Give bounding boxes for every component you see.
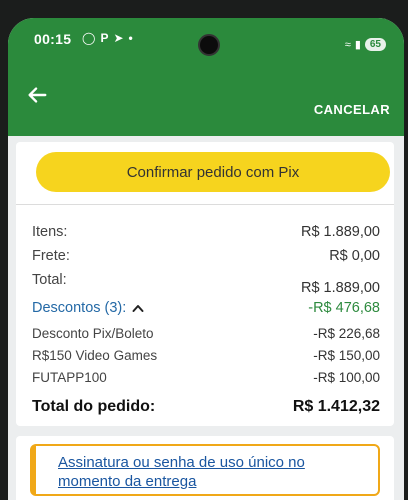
discounts-toggle[interactable]: Descontos (3): [32, 300, 144, 316]
back-arrow-icon[interactable] [26, 84, 48, 106]
order-summary-card: Confirmar pedido com Pix Itens: R$ 1.889… [16, 142, 394, 426]
discount-line-item: FUTAPP100 -R$ 100,00 [32, 370, 380, 385]
notification-icons: ◯ P ➤ • [82, 31, 133, 45]
order-total-label: Total do pedido: [32, 398, 156, 415]
signature-alert-box: Assinatura ou senha de uso único no mome… [30, 444, 380, 496]
discounts-value: -R$ 476,68 [308, 300, 380, 316]
items-label: Itens: [32, 224, 68, 240]
total-row: Total: R$ 1.889,00 [32, 272, 380, 296]
signature-link[interactable]: Assinatura ou senha de uso único no mome… [58, 453, 368, 491]
order-total-row: Total do pedido: R$ 1.412,32 [32, 398, 380, 416]
shipping-value: R$ 0,00 [329, 248, 380, 264]
discount-value: -R$ 150,00 [313, 348, 380, 363]
status-bar: 00:15 ◯ P ➤ • ≈ ▮ 65 [8, 18, 404, 64]
whatsapp-icon: ◯ [82, 31, 96, 45]
confirm-order-button[interactable]: Confirmar pedido com Pix [36, 152, 390, 192]
app-bar: CANCELAR [8, 64, 404, 136]
discount-label: FUTAPP100 [32, 370, 107, 385]
cancel-button[interactable]: CANCELAR [314, 102, 390, 117]
discounts-label: Descontos (3): [32, 300, 127, 316]
discount-value: -R$ 226,68 [313, 326, 380, 341]
discount-line-item: Desconto Pix/Boleto -R$ 226,68 [32, 326, 380, 341]
discount-label: Desconto Pix/Boleto [32, 326, 154, 341]
total-value: R$ 1.889,00 [300, 280, 380, 296]
items-value: R$ 1.889,00 [300, 224, 380, 240]
total-label: Total: [32, 272, 67, 288]
front-camera [198, 34, 220, 56]
discount-value: -R$ 100,00 [313, 370, 380, 385]
wifi-icon: ≈ [344, 38, 351, 51]
discount-label: R$150 Video Games [32, 348, 158, 363]
discount-line-item: R$150 Video Games -R$ 150,00 [32, 348, 380, 363]
p-app-icon: P [100, 31, 109, 45]
checkout-content: Confirmar pedido com Pix Itens: R$ 1.889… [8, 136, 404, 500]
signal-icon: ▮ [354, 39, 361, 51]
dot-icon: • [128, 31, 133, 45]
status-right-icons: ≈ ▮ 65 [345, 38, 386, 51]
status-time: 00:15 [34, 31, 72, 47]
chevron-up-icon [132, 305, 144, 312]
telegram-icon: ➤ [113, 31, 124, 45]
shipping-label: Frete: [32, 248, 70, 264]
items-row: Itens: R$ 1.889,00 [32, 224, 380, 240]
discounts-row[interactable]: Descontos (3): -R$ 476,68 [32, 300, 380, 316]
shipping-row: Frete: R$ 0,00 [32, 248, 380, 264]
delivery-signature-card: Assinatura ou senha de uso único no mome… [16, 436, 394, 500]
battery-indicator: 65 [364, 38, 386, 51]
divider [16, 204, 394, 205]
order-total-value: R$ 1.412,32 [292, 398, 380, 415]
phone-screen: 00:15 ◯ P ➤ • ≈ ▮ 65 CANCELAR Confirmar … [8, 18, 404, 500]
